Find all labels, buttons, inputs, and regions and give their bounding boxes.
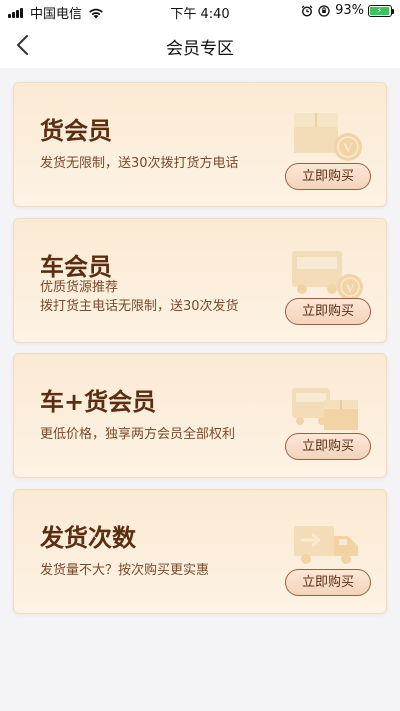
cargo-box-v-icon: V <box>294 113 362 161</box>
card-description: 发货无限制，送30次拨打货方电话 <box>40 156 239 171</box>
battery-percent: 93% <box>335 3 364 18</box>
membership-card-truck: 车会员 优质货源推荐 拨打货主电话无限制，送30次发货 V 立即购买 <box>13 218 387 343</box>
card-title: 货会员 <box>40 117 112 145</box>
status-right: 93% ⚡ <box>301 3 394 18</box>
card-description-line2: 拨打货主电话无限制，送30次发货 <box>40 299 239 314</box>
truck-v-icon: V <box>292 251 363 300</box>
svg-text:V: V <box>343 140 353 155</box>
card-title: 车+货会员 <box>40 388 157 416</box>
buy-now-button[interactable]: 立即购买 <box>285 163 371 190</box>
page-title: 会员专区 <box>166 39 234 59</box>
truck-cargo-icon <box>292 388 358 430</box>
battery-icon: ⚡ <box>368 4 394 17</box>
buy-now-button[interactable]: 立即购买 <box>285 569 371 596</box>
membership-card-truck-cargo: 车+货会员 更低价格，独享两方会员全部权利 立即购买 <box>13 353 387 478</box>
card-description: 更低价格，独享两方会员全部权利 <box>40 427 236 442</box>
nav-bar: 会员专区 <box>0 22 400 68</box>
buy-now-button[interactable]: 立即购买 <box>285 433 371 460</box>
card-description-line1: 优质货源推荐 <box>40 280 119 295</box>
delivery-truck-icon <box>294 526 358 564</box>
delivery-count-card: 发货次数 发货量不大？按次购买更实惠 立即购买 <box>13 489 387 614</box>
status-bar: 中国电信 下午 4:40 93% ⚡ <box>0 0 400 22</box>
membership-card-cargo: 货会员 发货无限制，送30次拨打货方电话 V 立即购买 <box>13 82 387 207</box>
card-title: 发货次数 <box>40 524 136 552</box>
buy-now-button[interactable]: 立即购买 <box>285 298 371 325</box>
alarm-icon <box>301 5 313 17</box>
card-title: 车会员 <box>40 253 112 281</box>
card-description: 发货量不大？按次购买更实惠 <box>40 563 210 578</box>
orientation-lock-icon <box>318 4 330 17</box>
svg-text:V: V <box>346 281 355 295</box>
